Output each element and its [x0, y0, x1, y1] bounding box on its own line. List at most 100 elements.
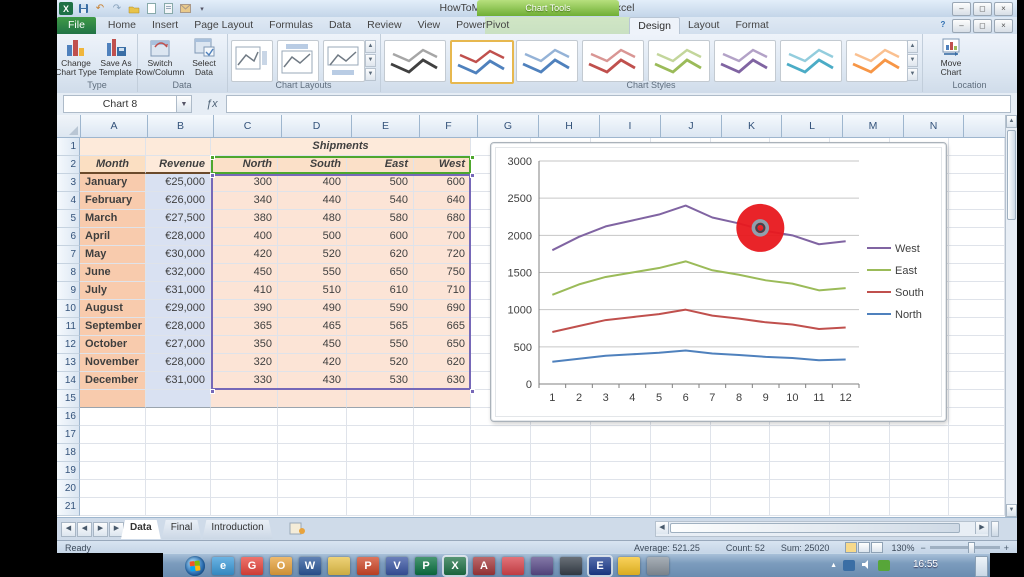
- cell-K18[interactable]: [711, 444, 770, 462]
- tab-review[interactable]: Review: [359, 17, 409, 34]
- cell-K17[interactable]: [711, 426, 770, 444]
- cell-F12[interactable]: 650: [414, 336, 471, 354]
- cell-B11[interactable]: €28,000: [146, 318, 211, 336]
- cell-X13[interactable]: [949, 354, 1005, 372]
- cell-F15[interactable]: [414, 390, 471, 408]
- cell-G20[interactable]: [471, 480, 531, 498]
- scroll-left-icon[interactable]: ◀: [656, 522, 669, 534]
- cell-L17[interactable]: [770, 426, 830, 444]
- cell-E16[interactable]: [347, 408, 414, 426]
- row-header-17[interactable]: 17: [57, 426, 80, 444]
- cell-F19[interactable]: [414, 462, 471, 480]
- legend-label-west[interactable]: West: [895, 243, 920, 255]
- column-header-G[interactable]: G: [478, 115, 539, 138]
- cell-L21[interactable]: [770, 498, 830, 516]
- cell-D18[interactable]: [278, 444, 347, 462]
- cell-X6[interactable]: [949, 228, 1005, 246]
- cell-X14[interactable]: [949, 372, 1005, 390]
- chart-style-style-teal[interactable]: [780, 40, 842, 82]
- cell-A7[interactable]: May: [80, 246, 146, 264]
- cell-A13[interactable]: November: [80, 354, 146, 372]
- cell-E7[interactable]: 620: [347, 246, 414, 264]
- cell-A2[interactable]: Month: [80, 156, 146, 174]
- prev-sheet-icon[interactable]: ◀: [77, 522, 92, 537]
- cell-B9[interactable]: €31,000: [146, 282, 211, 300]
- row-header-1[interactable]: 1: [57, 138, 80, 156]
- cell-E2[interactable]: East: [347, 156, 414, 174]
- cell-C16[interactable]: [211, 408, 278, 426]
- cell-F17[interactable]: [414, 426, 471, 444]
- name-box[interactable]: Chart 8: [63, 95, 177, 113]
- cell-D15[interactable]: [278, 390, 347, 408]
- cell-C3[interactable]: 300: [211, 174, 278, 192]
- zoom-out-icon[interactable]: −: [920, 543, 925, 553]
- cell-I20[interactable]: [591, 480, 651, 498]
- taskbar-icon-explorer-folder[interactable]: [328, 557, 350, 575]
- help-icon[interactable]: ?: [936, 19, 950, 31]
- chart-style-style-orange[interactable]: [846, 40, 908, 82]
- cell-D12[interactable]: 450: [278, 336, 347, 354]
- zoom-slider-thumb[interactable]: [968, 542, 975, 553]
- row-header-11[interactable]: 11: [57, 318, 80, 336]
- taskbar-icon-word[interactable]: W: [299, 557, 321, 575]
- cell-F13[interactable]: 620: [414, 354, 471, 372]
- select-all-corner[interactable]: [57, 115, 81, 138]
- row-header-10[interactable]: 10: [57, 300, 80, 318]
- row-header-4[interactable]: 4: [57, 192, 80, 210]
- cell-X21[interactable]: [949, 498, 1005, 516]
- cell-N21[interactable]: [890, 498, 949, 516]
- column-header-B[interactable]: B: [148, 115, 214, 138]
- cell-C4[interactable]: 340: [211, 192, 278, 210]
- row-header-8[interactable]: 8: [57, 264, 80, 282]
- cell-X3[interactable]: [949, 174, 1005, 192]
- switch-row-column-button[interactable]: Switch Row/Column: [139, 37, 181, 79]
- cell-A16[interactable]: [80, 408, 146, 426]
- name-box-dropdown-icon[interactable]: ▼: [177, 95, 192, 113]
- cell-C12[interactable]: 350: [211, 336, 278, 354]
- change-chart-type-button[interactable]: Change Chart Type: [57, 37, 97, 79]
- cell-C20[interactable]: [211, 480, 278, 498]
- tab-split-handle[interactable]: [991, 521, 999, 537]
- sheet-tab-introduction[interactable]: Introduction: [202, 520, 272, 539]
- zoom-slider[interactable]: [930, 546, 1000, 549]
- cell-J17[interactable]: [651, 426, 711, 444]
- cell-X17[interactable]: [949, 426, 1005, 444]
- series-line-east[interactable]: [552, 261, 845, 294]
- cell-A4[interactable]: February: [80, 192, 146, 210]
- cell-E9[interactable]: 610: [347, 282, 414, 300]
- cell-C10[interactable]: 390: [211, 300, 278, 318]
- cell-G21[interactable]: [471, 498, 531, 516]
- styles-scroll-up-icon[interactable]: ▲: [907, 40, 918, 53]
- taskbar-icon-powerpoint[interactable]: P: [357, 557, 379, 575]
- chart-style-style-red[interactable]: [582, 40, 644, 82]
- cell-A18[interactable]: [80, 444, 146, 462]
- taskbar-icon-paint[interactable]: [502, 557, 524, 575]
- cell-H18[interactable]: [531, 444, 591, 462]
- taskbar-icon-media-player[interactable]: [531, 557, 553, 575]
- cell-H19[interactable]: [531, 462, 591, 480]
- cell-F21[interactable]: [414, 498, 471, 516]
- page-layout-view-button[interactable]: [858, 542, 870, 553]
- chart-object[interactable]: 050010001500200025003000123456789101112W…: [490, 142, 947, 422]
- cell-A5[interactable]: March: [80, 210, 146, 228]
- cell-C14[interactable]: 330: [211, 372, 278, 390]
- cell-F4[interactable]: 640: [414, 192, 471, 210]
- cell-K20[interactable]: [711, 480, 770, 498]
- cell-F18[interactable]: [414, 444, 471, 462]
- start-button[interactable]: [185, 556, 205, 576]
- row-header-19[interactable]: 19: [57, 462, 80, 480]
- first-sheet-icon[interactable]: ◀: [61, 522, 76, 537]
- cell-E13[interactable]: 520: [347, 354, 414, 372]
- show-desktop-button[interactable]: [975, 556, 988, 577]
- tab-powerpivot[interactable]: PowerPivot: [448, 17, 517, 34]
- cell-C21[interactable]: [211, 498, 278, 516]
- workbook-minimize-button[interactable]: ‒: [952, 19, 971, 33]
- cell-X18[interactable]: [949, 444, 1005, 462]
- row-header-16[interactable]: 16: [57, 408, 80, 426]
- cell-N17[interactable]: [890, 426, 949, 444]
- cell-X11[interactable]: [949, 318, 1005, 336]
- tab-insert[interactable]: Insert: [144, 17, 186, 34]
- cell-A9[interactable]: July: [80, 282, 146, 300]
- cell-C9[interactable]: 410: [211, 282, 278, 300]
- cell-J20[interactable]: [651, 480, 711, 498]
